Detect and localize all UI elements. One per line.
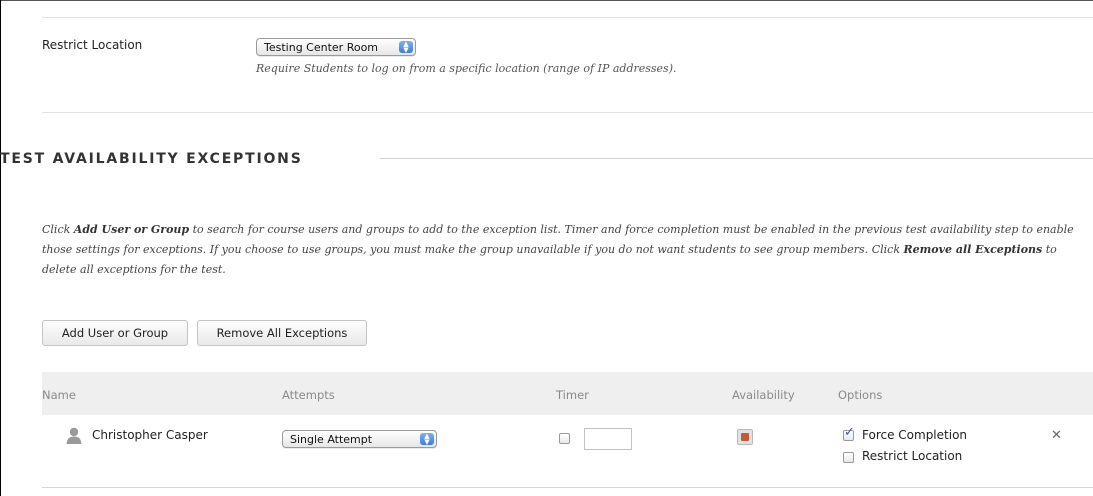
window-top-border [0, 0, 1093, 1]
restrict-location-option-label: Restrict Location [862, 449, 963, 463]
window-left-border [0, 0, 1, 496]
select-arrows-icon: ▲ ▼ [420, 433, 434, 446]
exception-user-name: Christopher Casper [92, 428, 208, 442]
restrict-location-checkbox[interactable] [843, 452, 854, 463]
column-header-attempts: Attempts [282, 388, 335, 402]
restrict-location-hint: Require Students to log on from a specif… [256, 62, 677, 75]
section-title-rule [380, 158, 1093, 159]
close-icon[interactable]: ✕ [1051, 428, 1062, 443]
availability-icon[interactable] [737, 429, 753, 445]
select-arrows-icon: ▲ ▼ [399, 41, 413, 54]
exceptions-description: Click Add User or Group to search for co… [42, 223, 1074, 276]
divider [42, 17, 1093, 18]
checkmark-icon: ✓ [844, 425, 855, 440]
timer-checkbox[interactable] [559, 433, 570, 444]
restrict-location-label: Restrict Location [42, 38, 143, 52]
timer-minutes-input[interactable] [584, 428, 632, 450]
section-title: TEST AVAILABILITY EXCEPTIONS [0, 151, 303, 167]
remove-all-exceptions-button[interactable]: Remove All Exceptions [197, 320, 367, 346]
column-header-availability: Availability [732, 388, 795, 402]
attempts-select-value: Single Attempt [290, 433, 373, 446]
add-user-or-group-button[interactable]: Add User or Group [42, 320, 188, 346]
column-header-name: Name [42, 388, 76, 402]
table-bottom-divider [42, 487, 1093, 488]
restrict-location-select[interactable]: Testing Center Room ▲ ▼ [256, 38, 416, 56]
divider [42, 112, 1093, 113]
attempts-select[interactable]: Single Attempt ▲ ▼ [282, 430, 437, 448]
restrict-location-select-value: Testing Center Room [264, 41, 379, 54]
force-completion-label: Force Completion [862, 428, 968, 442]
user-icon [66, 427, 82, 444]
column-header-timer: Timer [556, 388, 589, 402]
force-completion-checkbox[interactable]: ✓ [843, 425, 855, 441]
column-header-options: Options [838, 388, 883, 402]
